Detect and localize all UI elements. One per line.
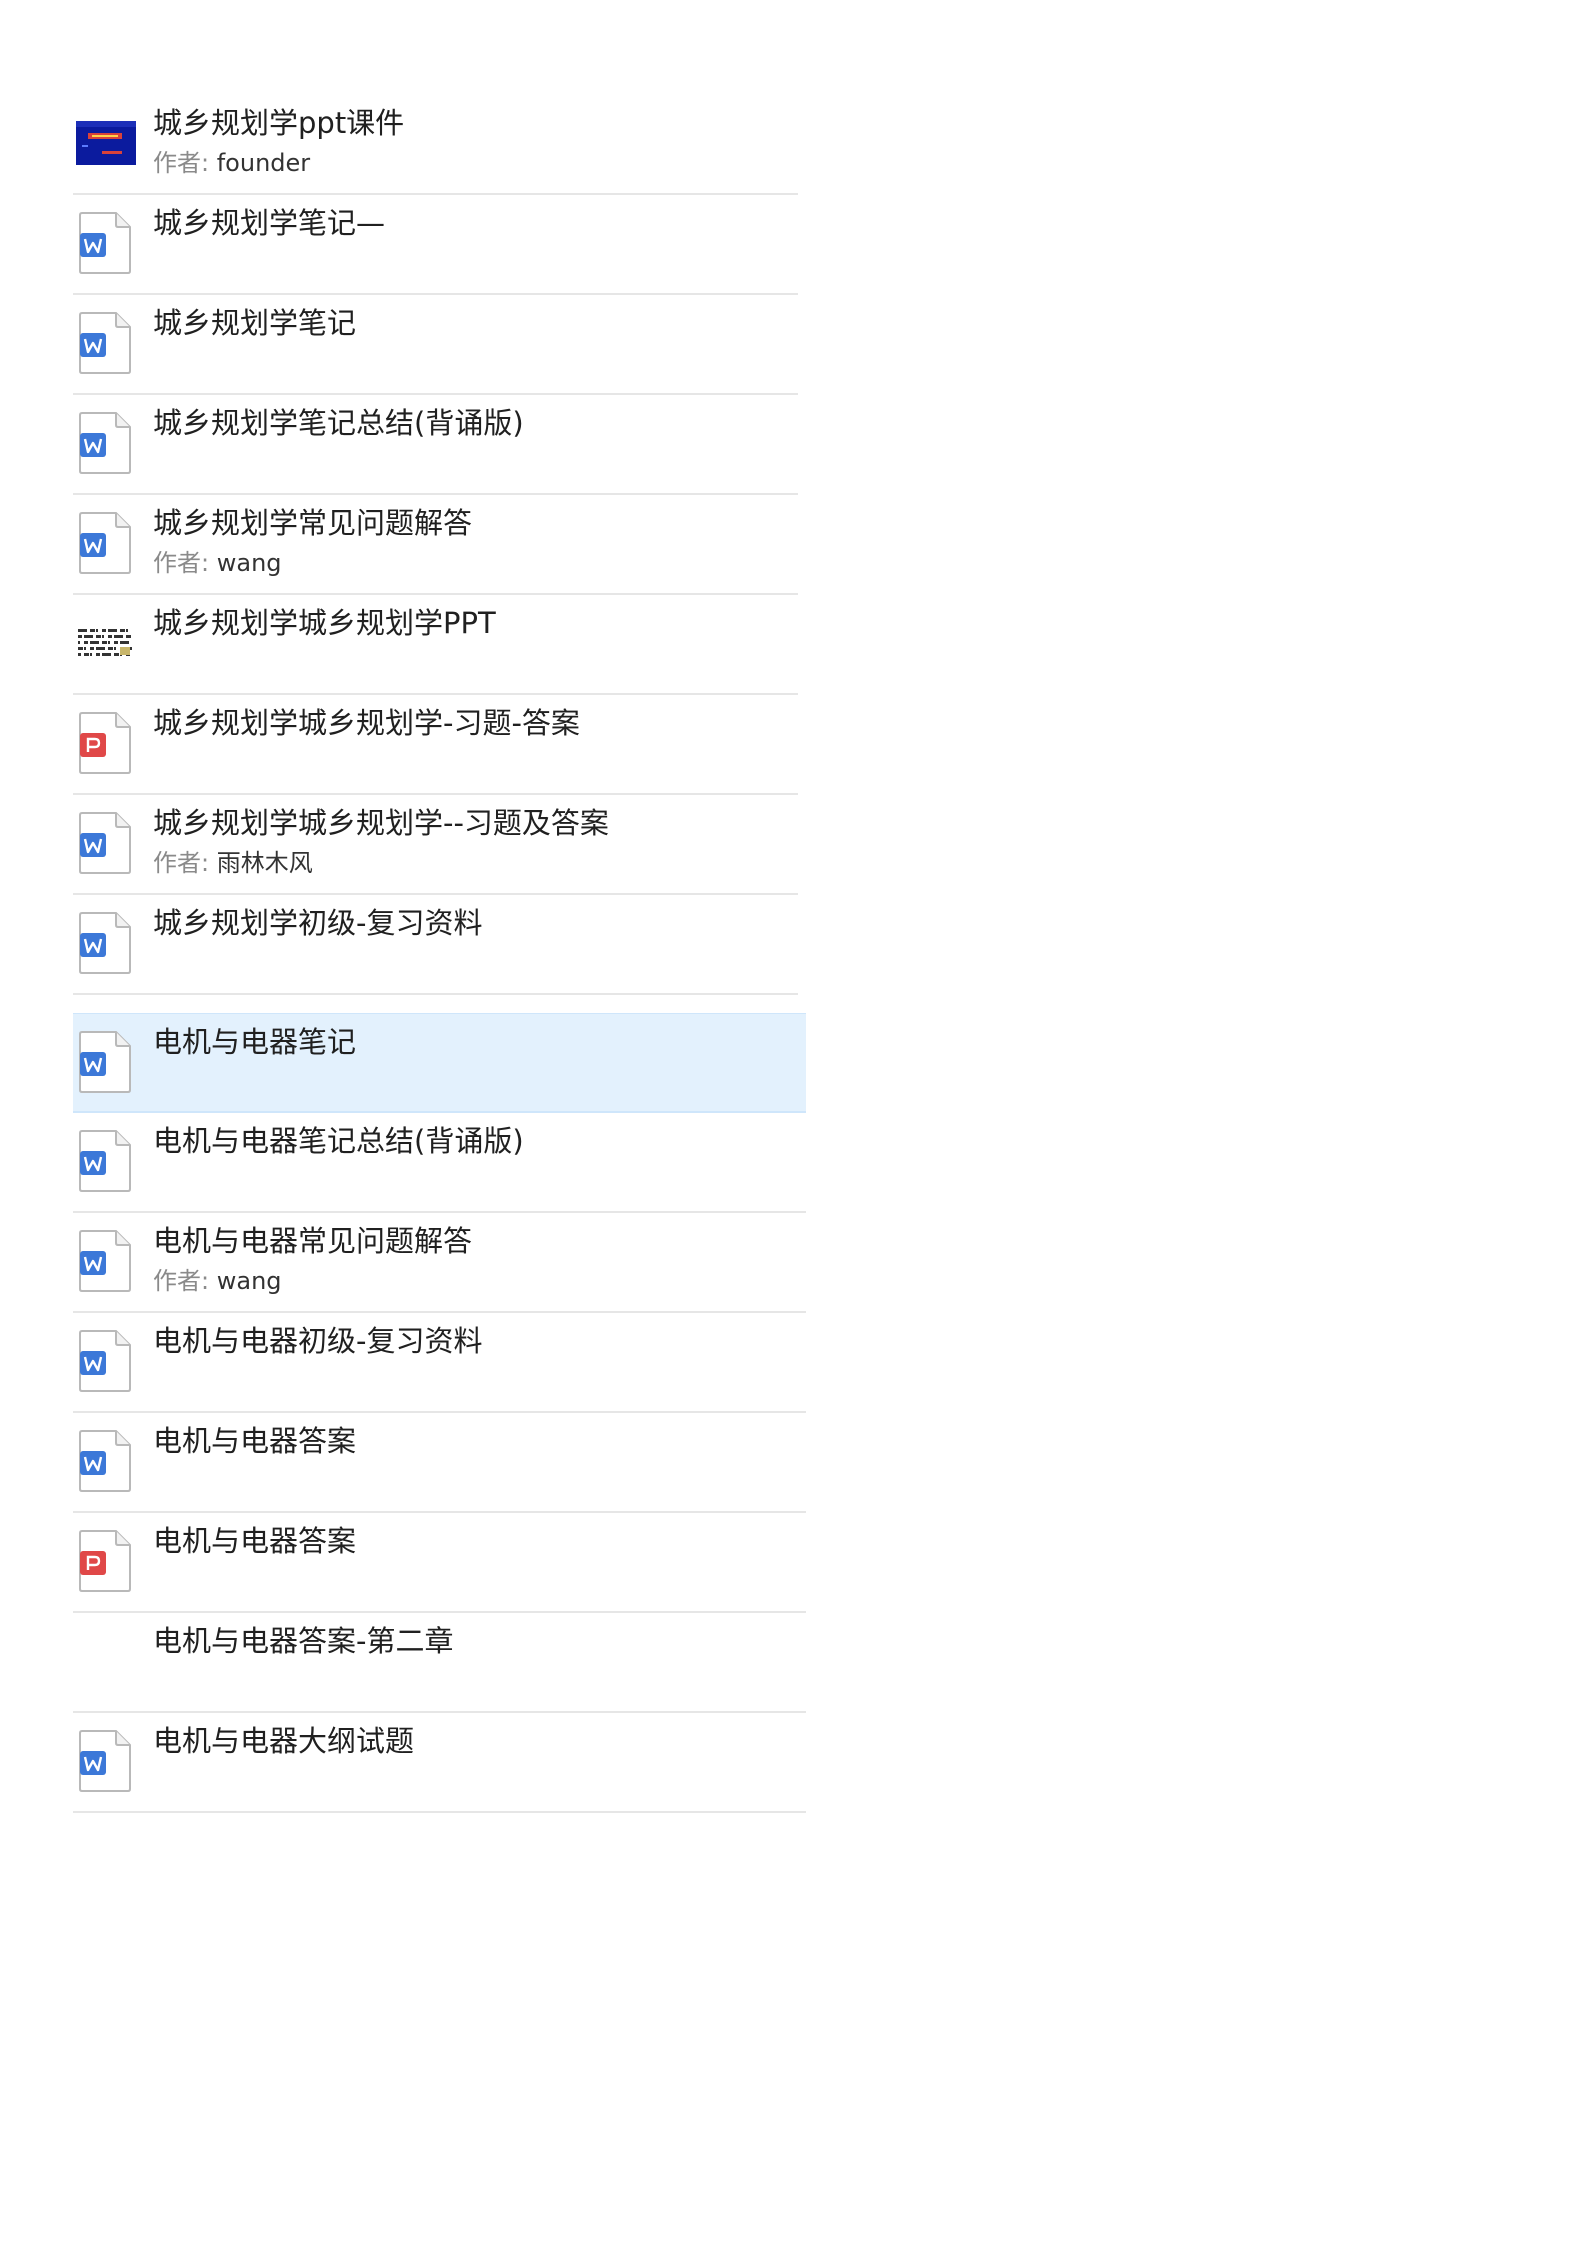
- author-label: 作者:: [153, 149, 210, 177]
- file-title: 电机与电器笔记: [153, 1025, 357, 1059]
- author-name: 雨林木风: [216, 849, 313, 877]
- file-list-item[interactable]: 电机与电器答案: [73, 1513, 806, 1613]
- word-doc-icon: [76, 911, 132, 975]
- word-doc-icon: [76, 811, 132, 875]
- word-doc-icon: [76, 311, 132, 375]
- file-list-item[interactable]: 电机与电器答案: [73, 1413, 806, 1513]
- word-doc-icon: [76, 1229, 132, 1293]
- file-list-item[interactable]: 电机与电器笔记: [73, 1013, 806, 1113]
- file-list-item[interactable]: 城乡规划学城乡规划学-习题-答案: [73, 695, 798, 795]
- file-author: 作者: wang: [153, 1265, 282, 1297]
- file-title: 城乡规划学常见问题解答: [153, 506, 473, 540]
- word-doc-icon: [76, 1729, 132, 1793]
- file-title: 电机与电器笔记总结(背诵版): [153, 1124, 524, 1158]
- file-list-item[interactable]: 城乡规划学初级-复习资料: [73, 895, 798, 995]
- file-list-item[interactable]: 城乡规划学ppt课件 作者: founder: [73, 95, 798, 195]
- file-title: 城乡规划学城乡规划学-习题-答案: [153, 706, 580, 740]
- author-label: 作者:: [153, 1267, 210, 1295]
- author-label: 作者:: [153, 849, 210, 877]
- file-title: 城乡规划学初级-复习资料: [153, 906, 483, 940]
- word-doc-icon: [76, 1329, 132, 1393]
- blank-icon: [76, 1629, 132, 1693]
- word-doc-icon: [76, 511, 132, 575]
- file-list-item[interactable]: 电机与电器笔记总结(背诵版): [73, 1113, 806, 1213]
- file-title: 电机与电器大纲试题: [153, 1724, 415, 1758]
- file-title: 电机与电器答案: [153, 1424, 357, 1458]
- file-author: 作者: wang: [153, 547, 282, 579]
- file-title: 城乡规划学城乡规划学--习题及答案: [153, 806, 609, 840]
- file-title: 电机与电器常见问题解答: [153, 1224, 473, 1258]
- author-name: wang: [216, 549, 282, 577]
- file-list-item[interactable]: 电机与电器初级-复习资料: [73, 1313, 806, 1413]
- file-title: 电机与电器答案: [153, 1524, 357, 1558]
- file-title: 电机与电器答案-第二章: [153, 1624, 454, 1658]
- file-list-item[interactable]: 城乡规划学笔记总结(背诵版): [73, 395, 798, 495]
- pdf-doc-icon: [76, 1529, 132, 1593]
- word-doc-icon: [76, 411, 132, 475]
- file-list-item[interactable]: 城乡规划学笔记—: [73, 195, 798, 295]
- word-doc-icon: [76, 1429, 132, 1493]
- file-list-item[interactable]: 电机与电器常见问题解答 作者: wang: [73, 1213, 806, 1313]
- file-list-item[interactable]: 城乡规划学城乡规划学--习题及答案 作者: 雨林木风: [73, 795, 798, 895]
- file-list-item[interactable]: 城乡规划学常见问题解答 作者: wang: [73, 495, 798, 595]
- ppt-thumbnail-icon: [76, 111, 136, 175]
- image-thumbnail-icon: [76, 611, 132, 675]
- file-list-item[interactable]: 城乡规划学笔记: [73, 295, 798, 395]
- file-title: 城乡规划学笔记总结(背诵版): [153, 406, 524, 440]
- file-list-motors-appliances: 电机与电器笔记 电机与电器笔记总结(背诵版) 电机与电器常见问题解答 作者: w…: [73, 1013, 806, 1813]
- author-name: wang: [216, 1267, 282, 1295]
- file-title: 电机与电器初级-复习资料: [153, 1324, 483, 1358]
- file-list-item[interactable]: 电机与电器答案-第二章: [73, 1613, 806, 1713]
- file-title: 城乡规划学城乡规划学PPT: [153, 606, 496, 640]
- file-author: 作者: 雨林木风: [153, 847, 313, 879]
- pdf-doc-icon: [76, 711, 132, 775]
- file-title: 城乡规划学ppt课件: [153, 106, 405, 140]
- author-name: founder: [216, 149, 311, 177]
- file-title: 城乡规划学笔记—: [153, 206, 386, 240]
- file-list-item[interactable]: 城乡规划学城乡规划学PPT: [73, 595, 798, 695]
- word-doc-icon: [76, 1030, 132, 1094]
- file-list-item[interactable]: 电机与电器大纲试题: [73, 1713, 806, 1813]
- file-list-urban-planning: 城乡规划学ppt课件 作者: founder 城乡规划学笔记— 城乡规划学笔记 …: [73, 95, 798, 995]
- file-title: 城乡规划学笔记: [153, 306, 357, 340]
- author-label: 作者:: [153, 549, 210, 577]
- word-doc-icon: [76, 1129, 132, 1193]
- file-author: 作者: founder: [153, 147, 310, 179]
- word-doc-icon: [76, 211, 132, 275]
